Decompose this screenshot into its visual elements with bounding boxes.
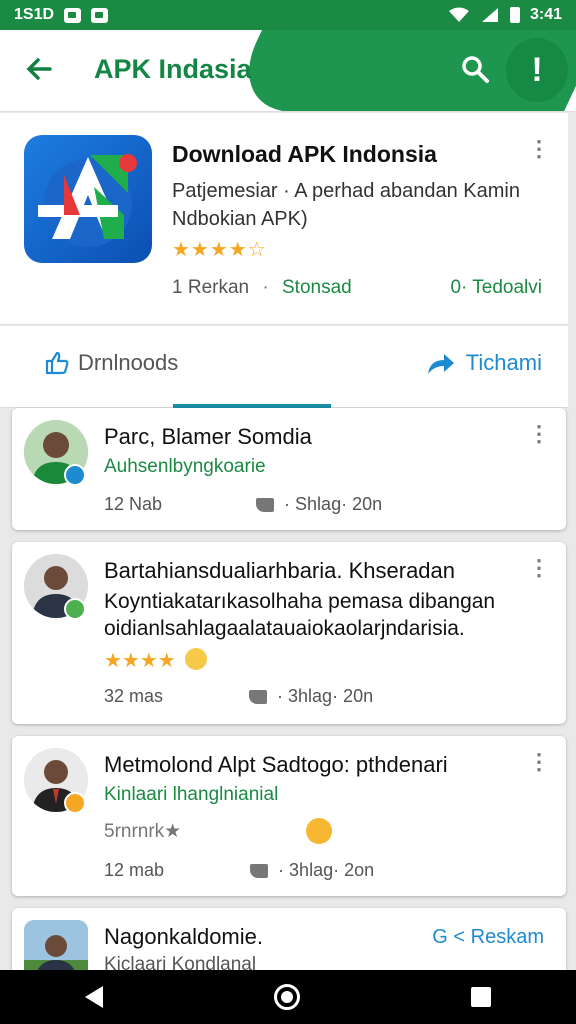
app-details-card: Download APK Indonsia Patjemesiar · A pe…: [0, 113, 568, 325]
wifi-icon: [448, 7, 469, 22]
tab-downloads-label: Drnlnoods: [78, 350, 179, 375]
like-icon[interactable]: [250, 863, 269, 878]
back-arrow-icon: [26, 58, 52, 80]
status-bar: 1S1D 3:41: [0, 0, 576, 30]
install-status: Stonsad: [282, 277, 352, 298]
page-title: APK Indasia: [94, 54, 252, 84]
share-arrow-icon: [427, 354, 454, 374]
reviewer-name: Metmolond Alpt Sadtogo: pthdenari: [104, 752, 448, 777]
reviewer-name: Nagonkaldomie.: [104, 924, 263, 949]
tab-bar: Drnlnoods Tichami: [0, 326, 568, 408]
verified-badge-icon: [64, 464, 86, 486]
review-time: 12 Nab: [104, 494, 163, 514]
more-options-icon[interactable]: ⋮: [528, 138, 550, 171]
meta-separator: ·: [262, 277, 269, 298]
rating-stars: ★★★★☆: [172, 239, 267, 261]
emoji-icon: [185, 648, 208, 670]
status-time: 3:41: [529, 6, 562, 23]
nav-back-icon[interactable]: [85, 986, 104, 1008]
review-rating: ★★★★: [104, 648, 208, 673]
thumbs-up-icon: [45, 351, 69, 375]
tab-downloads[interactable]: Drnlnoods: [44, 350, 178, 376]
app-rating: ★★★★☆: [172, 237, 267, 262]
review-card[interactable]: Parc, Blamer Somdia Auhsenlbyngkoarie 12…: [12, 408, 566, 530]
app-meta: 1 Rerkan · Stonsad: [172, 277, 352, 299]
review-card[interactable]: Nagonkaldomie. Kiclaari Kondlanal G < Re…: [12, 908, 566, 984]
like-icon[interactable]: [256, 497, 275, 512]
app-name: Download APK Indonsia: [172, 141, 437, 167]
back-button[interactable]: [24, 54, 58, 88]
download-count: 1 Rerkan: [172, 277, 250, 298]
review-meta: 32 mas · 3hlag· 20n: [104, 686, 373, 707]
exclamation-icon: !: [531, 50, 543, 89]
more-options-icon[interactable]: ⋮: [528, 557, 550, 590]
battery-icon: [509, 7, 520, 23]
notification-icon: [64, 7, 82, 23]
status-right: 3:41: [448, 6, 562, 24]
review-body: Koyntiakatarıkasolhaha pemasa dibangan o…: [104, 590, 496, 640]
system-nav-bar: [0, 970, 576, 1024]
reviewer-name: Parc, Blamer Somdia: [104, 424, 312, 449]
reviewer-subtitle: Kinlaari lhanglnianial: [104, 784, 279, 805]
tab-share[interactable]: Tichami: [426, 350, 542, 376]
signal-icon: [481, 8, 498, 22]
status-left: 1S1D: [14, 6, 109, 24]
rating-stars: 5rnrnrk★: [104, 821, 182, 842]
like-icon[interactable]: [249, 689, 268, 704]
logo-graphic: [38, 154, 137, 247]
emoji-icon: [306, 818, 332, 844]
app-secondary-label[interactable]: 0· Tedoalvi: [450, 277, 542, 299]
verified-badge-icon: [64, 792, 86, 814]
reviewer-name: Bartahiansdualiarhbaria. Khseradan: [104, 558, 456, 583]
app-bar: APK Indasia !: [0, 30, 576, 112]
more-options-icon[interactable]: ⋮: [528, 423, 550, 456]
alert-button[interactable]: !: [506, 38, 568, 102]
reviewer-subtitle: Auhsenlbyngkoarie: [104, 456, 266, 477]
review-time: 32 mas: [104, 686, 164, 706]
app-logo-icon[interactable]: [24, 135, 152, 263]
review-likes: · 3hlag· 2on: [278, 860, 375, 880]
review-card[interactable]: Bartahiansdualiarhbaria. Khseradan Koynt…: [12, 542, 566, 724]
tab-share-label: Tichami: [465, 350, 542, 375]
notification-icon-2: [91, 7, 109, 23]
status-time-left: 1S1D: [14, 6, 55, 23]
review-time: 12 mab: [104, 860, 165, 880]
reply-button[interactable]: G < Reskam: [432, 926, 544, 949]
rating-stars: ★★★★: [104, 650, 176, 672]
review-likes: · 3hlag· 20n: [277, 686, 374, 706]
review-card[interactable]: Metmolond Alpt Sadtogo: pthdenari Kinlaa…: [12, 736, 566, 896]
nav-home-icon[interactable]: [273, 984, 300, 1010]
more-options-icon[interactable]: ⋮: [528, 751, 550, 784]
nav-recents-icon[interactable]: [470, 987, 491, 1007]
review-meta: 12 Nab · Shlag· 20n: [104, 494, 382, 515]
review-likes: · Shlag· 20n: [284, 494, 383, 514]
review-meta: 12 mab · 3hlag· 2on: [104, 860, 374, 881]
app-description: Patjemesiar · A perhad abandan Kamin Ndb…: [172, 180, 520, 230]
search-icon: [462, 56, 489, 83]
search-button[interactable]: [460, 54, 494, 88]
verified-badge-icon: [64, 598, 86, 620]
review-rating: 5rnrnrk★: [104, 820, 181, 843]
